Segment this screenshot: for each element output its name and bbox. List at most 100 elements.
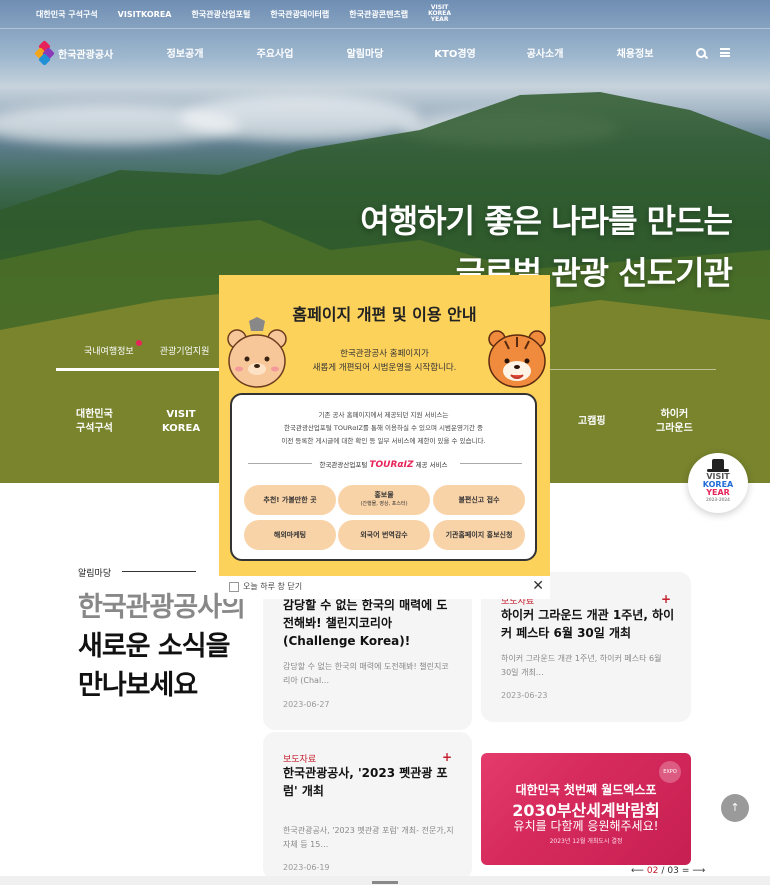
banner-pager: ⟵ 02 / 03 = ⟶: [631, 866, 705, 876]
divider-prefix: 한국관광산업포털: [319, 461, 368, 469]
tab-domestic-travel[interactable]: 국내여행정보: [84, 340, 142, 357]
menu-recruit[interactable]: 채용정보: [590, 38, 680, 72]
hero-title-line1: 여행하기 좋은 나라를 만드는: [360, 202, 733, 240]
pager-current: 02: [646, 866, 659, 876]
banner-line1: 대한민국 첫번째 월드엑스포: [515, 783, 657, 797]
news-card-date: 2023-06-27: [283, 700, 330, 709]
quick-link-line: 고캠핑: [578, 416, 606, 427]
popup-subtitle-line: 새롭게 개편되어 시범운영을 시작합니다.: [312, 363, 457, 373]
service-divider-label: 한국관광산업포털 TOURαIZ 제공 서비스: [232, 459, 535, 470]
vky-line: YEAR: [430, 16, 449, 23]
notice-line: 한국관광산업포털 TOURαIZ를 통해 이용하실 수 있으며 시범운영기간 중: [284, 424, 483, 432]
pill-overseas-marketing[interactable]: 해외마케팅: [244, 520, 336, 550]
topbar-link-datalab[interactable]: 한국관광데이터랩: [270, 9, 329, 20]
news-label-line: [122, 571, 196, 572]
news-heading-line3: 만나보세요: [78, 670, 198, 701]
plus-icon[interactable]: +: [442, 750, 452, 764]
kto-logo[interactable]: 한국관광공사: [34, 40, 114, 66]
quick-link-hiker-ground[interactable]: 하이커 그라운드: [656, 408, 693, 436]
news-heading-line2: 새로운 소식을: [78, 631, 230, 662]
menu-about[interactable]: 공사소개: [500, 38, 590, 72]
notice-line: 기존 공사 홈페이지에서 제공되던 지원 서비스는: [318, 411, 449, 419]
divider-suffix: 제공 서비스: [415, 461, 448, 469]
news-section-label: 알림마당: [78, 569, 112, 579]
vky-badge-line: YEAR: [706, 488, 730, 497]
pill-label: 해외마케팅: [273, 530, 307, 539]
news-card-date: 2023-06-23: [501, 691, 548, 700]
topbar-link-industry-portal[interactable]: 한국관광산업포털: [192, 9, 251, 20]
pill-label: 외국어 번역감수: [360, 530, 408, 539]
expo-banner[interactable]: EXPO 대한민국 첫번째 월드엑스포 2030부산세계박람회 유치를 다함께 …: [481, 753, 691, 865]
quick-link-line: 하이커: [660, 409, 689, 420]
quick-link-visitkorea[interactable]: VISIT KOREA: [162, 408, 200, 436]
quick-link-gocamping[interactable]: 고캠핑: [578, 415, 606, 429]
quick-link-line: 구석구석: [76, 423, 113, 434]
vky-badge-line: 2023-2024: [706, 497, 730, 502]
hamburger-icon[interactable]: [720, 48, 730, 57]
banner-line3: 유치를 다함께 응원해주세요!: [513, 819, 659, 833]
news-card-date: 2023-06-19: [283, 863, 330, 872]
pill-translation-review[interactable]: 외국어 번역감수: [338, 520, 430, 550]
menu-main-business[interactable]: 주요사업: [230, 38, 320, 72]
popup-subtitle: 한국관광공사 홈페이지가 새롭게 개편되어 시범운영을 시작합니다.: [219, 347, 550, 375]
main-navigation: 한국관광공사 정보공개 주요사업 알림마당 KTO경영 공사소개 채용정보: [0, 38, 770, 72]
notice-popup: 홈페이지 개편 및 이용 안내 한국관광공사 홈페이지가 새롭게 개편되어 시범…: [219, 275, 550, 599]
news-card-desc: 하이커 그라운드 개관 1주년, 하이커 페스타 6월 30일 개최…: [501, 654, 662, 677]
topbar-link-korea-guseok[interactable]: 대한민국 구석구석: [36, 9, 98, 20]
pager-total: 03: [667, 866, 679, 876]
kto-logo-icon: [34, 40, 55, 66]
notice-line: 이전 등록한 게시글에 대한 확인 등 일부 서비스에 제한이 있을 수 있습니…: [281, 437, 486, 445]
banner-line4: 2023년 12월 개최도시 결정: [549, 838, 623, 845]
logo-text: 한국관광공사: [58, 49, 114, 61]
dont-show-today-checkbox[interactable]: [229, 582, 239, 592]
close-icon[interactable]: ✕: [532, 578, 544, 594]
pill-label: 불편신고 접수: [458, 495, 500, 504]
news-card-title: 하이커 그라운드 개관 1주년, 하이커 페스타 6월 30일 개최: [501, 608, 675, 640]
popup-subtitle-line: 한국관광공사 홈페이지가: [340, 349, 429, 359]
menu-notice[interactable]: 알림마당: [320, 38, 410, 72]
pill-promotional-materials[interactable]: 홍보물 (간행물, 영상, 포스터): [338, 485, 430, 515]
pill-sublabel: (간행물, 영상, 포스터): [360, 501, 408, 507]
next-arrow-icon[interactable]: ⟶: [692, 866, 705, 876]
top-utility-bar: 대한민국 구석구석 VISITKOREA 한국관광산업포털 한국관광데이터랩 한…: [0, 0, 770, 28]
news-card-desc: 감당할 수 없는 한국의 매력에 도전해봐! 챌린지코리아 (Chal…: [283, 662, 449, 685]
popup-service-box: 기존 공사 홈페이지에서 제공되던 지원 서비스는 한국관광산업포털 TOURα…: [230, 393, 537, 561]
quick-link-korea-guseok[interactable]: 대한민국 구석구석: [76, 408, 113, 436]
search-icon[interactable]: [696, 48, 706, 58]
tab-business-support[interactable]: 관광기업지원: [160, 344, 210, 357]
touraiz-logo: TOURαIZ: [369, 460, 414, 470]
pill-homepage-promotion[interactable]: 기관홈페이지 홍보신청: [433, 520, 525, 550]
gat-hat-icon: [707, 459, 729, 473]
visit-korea-year-float-button[interactable]: VISIT KOREA YEAR 2023-2024: [688, 453, 748, 513]
visit-korea-year-logo[interactable]: VISIT KOREA YEAR: [428, 5, 451, 23]
topbar-link-visitkorea[interactable]: VISITKOREA: [118, 10, 172, 19]
hero-tabs: 국내여행정보 관광기업지원: [84, 340, 210, 357]
menu-kto-management[interactable]: KTO경영: [410, 38, 500, 72]
news-card[interactable]: 보도자료 + 한국관광공사, '2023 펫관광 포럼' 개최 한국관광공사, …: [263, 732, 472, 880]
plus-icon[interactable]: +: [661, 592, 671, 606]
news-card-title: 한국관광공사, '2023 펫관광 포럼' 개최: [283, 766, 448, 798]
pill-label: 기관홈페이지 홍보신청: [445, 530, 513, 539]
quick-link-line: 그라운드: [656, 423, 693, 434]
quick-link-line: KOREA: [162, 423, 201, 434]
popup-footer: 오늘 하루 창 닫기 ✕: [219, 576, 550, 599]
dont-show-today-label[interactable]: 오늘 하루 창 닫기: [243, 581, 302, 592]
expo-badge-icon: EXPO: [659, 761, 681, 783]
menu-info-disclosure[interactable]: 정보공개: [140, 38, 230, 72]
pill-label: 홍보물: [374, 491, 394, 499]
quick-link-line: 대한민국: [76, 409, 113, 420]
pill-complaint-report[interactable]: 불편신고 접수: [433, 485, 525, 515]
popup-notice-text: 기존 공사 홈페이지에서 제공되던 지원 서비스는 한국관광산업포털 TOURα…: [232, 409, 535, 448]
scroll-handle[interactable]: [372, 881, 398, 884]
news-card-title: 감당할 수 없는 한국의 매력에 도전해봐! 챌린지코리아(Challenge …: [283, 598, 448, 648]
news-card-desc: 한국관광공사, '2023 펫관광 포럼' 개최- 전문가,지자체 등 15…: [283, 826, 454, 849]
vky-badge-text: VISIT KOREA YEAR 2023-2024: [688, 473, 748, 503]
scroll-top-button[interactable]: ↑: [721, 794, 749, 822]
pause-icon[interactable]: =: [682, 866, 690, 876]
pill-label: 추천! 가볼만한 곳: [263, 495, 317, 504]
gnb-icons: [696, 48, 730, 58]
topbar-link-contentslab[interactable]: 한국관광콘텐츠랩: [349, 9, 408, 20]
topbar-divider: [0, 28, 770, 29]
pill-recommended-places[interactable]: 추천! 가볼만한 곳: [244, 485, 336, 515]
prev-arrow-icon[interactable]: ⟵: [631, 866, 644, 876]
